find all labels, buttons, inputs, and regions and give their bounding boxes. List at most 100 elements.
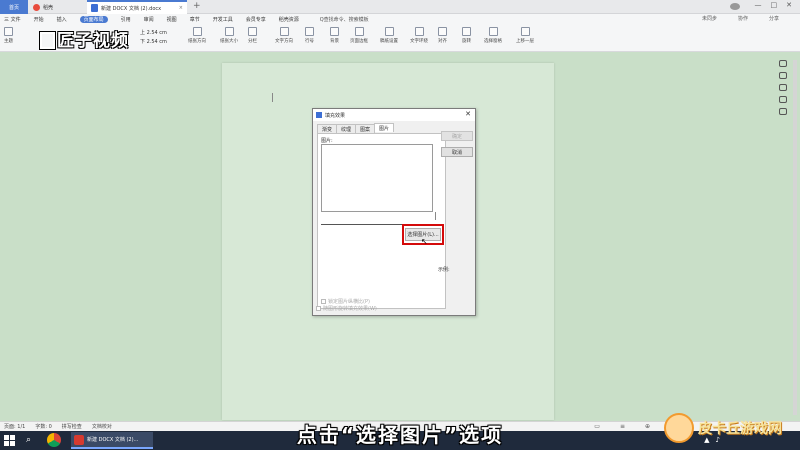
- corner-logo: 皮卡丘游戏网: [660, 410, 800, 450]
- dialog-app-icon: [316, 112, 322, 118]
- corner-logo-text: 皮卡丘游戏网: [698, 421, 782, 437]
- tab-document[interactable]: 新建 DOCX 文档 (2).docx ×: [87, 0, 187, 14]
- menu-item-section[interactable]: 章节: [190, 16, 200, 23]
- text-direction-icon: [279, 27, 289, 36]
- ribbon-label: 分栏: [248, 39, 257, 44]
- checkbox-icon: [316, 306, 321, 311]
- draft-paper-icon: [384, 27, 394, 36]
- watermark-logo-icon: [39, 31, 56, 50]
- minimize-icon[interactable]: —: [755, 1, 762, 9]
- draw-icon: [33, 3, 40, 11]
- background-icon: [330, 27, 339, 36]
- ribbon-line-numbers[interactable]: 行号: [305, 27, 314, 44]
- align-icon: [438, 27, 447, 36]
- tab-home[interactable]: 首页: [0, 0, 28, 14]
- collaborate-button[interactable]: 协作: [738, 15, 748, 22]
- ribbon-wrap[interactable]: 文字环绕: [410, 27, 428, 44]
- dialog-title: 填充效果: [325, 112, 346, 119]
- menu-item-layout[interactable]: 页面布局: [79, 16, 108, 23]
- menu-item-insert[interactable]: 插入: [57, 16, 67, 23]
- menu-item-review[interactable]: 审阅: [144, 16, 154, 23]
- menu-right-actions: 未同步 协作 分享: [702, 15, 792, 22]
- menu-item-resources[interactable]: 稻壳资源: [279, 16, 299, 23]
- tab-draw-label: 稻壳: [43, 4, 54, 11]
- ribbon-page-border[interactable]: 页面边框: [350, 27, 368, 44]
- ribbon-label: 稿纸设置: [380, 39, 398, 44]
- ribbon-orientation[interactable]: 纸张方向: [188, 27, 206, 44]
- sidebar-tool-icon[interactable]: [779, 84, 787, 91]
- checkbox-icon: [321, 299, 326, 304]
- ribbon-label: 旋转: [462, 39, 471, 44]
- vertical-scrollbar[interactable]: [793, 60, 797, 415]
- ribbon-rotate[interactable]: 旋转: [462, 27, 471, 44]
- menu-item-developer[interactable]: 开发工具: [213, 16, 233, 23]
- menu-item-member[interactable]: 会员专享: [246, 16, 266, 23]
- tab-draw[interactable]: 稻壳: [29, 0, 82, 14]
- ok-button[interactable]: 确定: [441, 131, 473, 141]
- right-side-toolbar: [776, 60, 790, 115]
- ribbon-text-direction[interactable]: 文字方向: [275, 27, 293, 44]
- picture-tab-panel: 图片: 选择图片(L)... ↖ 锁定图片纵横比(P): [317, 133, 446, 309]
- ribbon-label: 页面边框: [350, 39, 368, 44]
- menu-file[interactable]: 三 文件: [4, 16, 21, 23]
- ribbon-label: 对齐: [438, 39, 447, 44]
- avatar[interactable]: [730, 3, 740, 10]
- sidebar-tool-icon[interactable]: [779, 108, 787, 115]
- video-watermark: 匠子视频: [39, 26, 129, 51]
- sidebar-tool-icon[interactable]: [779, 60, 787, 67]
- menu-item-view[interactable]: 视图: [167, 16, 177, 23]
- command-search[interactable]: Q查找命令、搜索模板: [320, 16, 369, 23]
- sync-status[interactable]: 未同步: [702, 15, 717, 22]
- window-controls: — □ ✕: [755, 1, 793, 9]
- sidebar-tool-icon[interactable]: [779, 72, 787, 79]
- ribbon-theme[interactable]: 主题: [4, 27, 13, 44]
- mouse-pointer-icon: ↖: [421, 237, 428, 246]
- margin-bottom-field[interactable]: 下 2.54 cm: [140, 38, 167, 47]
- menu-item-references[interactable]: 引用: [121, 16, 131, 23]
- page-border-icon: [354, 27, 364, 36]
- rotate-with-shape-label: 随图形旋转填充效果(W): [323, 306, 377, 312]
- ribbon-label: 主题: [4, 39, 13, 44]
- dialog-close-icon[interactable]: ✕: [465, 110, 471, 118]
- lock-aspect-checkbox[interactable]: 锁定图片纵横比(P): [321, 298, 370, 305]
- maximize-icon[interactable]: □: [771, 1, 778, 9]
- text-cursor: [272, 93, 273, 102]
- tab-picture[interactable]: 图片: [374, 123, 395, 132]
- rotate-icon: [462, 27, 471, 36]
- document-icon: [91, 4, 98, 12]
- close-window-icon[interactable]: ✕: [786, 1, 792, 9]
- fill-effects-dialog: 填充效果 ✕ 渐变 纹理 图案 图片 图片: 选择图片(L)... ↖ 锁定图片…: [312, 108, 476, 316]
- sidebar-tool-icon[interactable]: [779, 96, 787, 103]
- ribbon-label: 文字环绕: [410, 39, 428, 44]
- ribbon-label: 纸张方向: [188, 39, 206, 44]
- share-button[interactable]: 分享: [769, 15, 779, 22]
- orientation-icon: [192, 27, 202, 36]
- dialog-title-bar: 填充效果 ✕: [313, 109, 475, 121]
- ribbon-align[interactable]: 对齐: [438, 27, 447, 44]
- ribbon-bring-forward[interactable]: 上移一层: [516, 27, 534, 44]
- ribbon-label: 选择窗格: [484, 39, 502, 44]
- mascot-icon: [664, 413, 694, 443]
- rotate-with-shape-checkbox[interactable]: 随图形旋转填充效果(W): [316, 305, 377, 312]
- watermark-text: 匠子视频: [57, 31, 129, 51]
- new-tab-icon[interactable]: +: [193, 1, 201, 11]
- ribbon-label: 背景: [330, 39, 339, 44]
- lock-aspect-label: 锁定图片纵横比(P): [328, 299, 370, 305]
- ribbon-size[interactable]: 纸张大小: [220, 27, 238, 44]
- tab-home-label: 首页: [8, 4, 19, 11]
- ribbon-label: 文字方向: [275, 39, 293, 44]
- ribbon-draft-paper[interactable]: 稿纸设置: [380, 27, 398, 44]
- tab-document-label: 新建 DOCX 文档 (2).docx: [101, 5, 162, 12]
- ribbon-columns[interactable]: 分栏: [248, 27, 257, 44]
- cancel-button[interactable]: 取消: [441, 147, 473, 157]
- ribbon-selection-pane[interactable]: 选择窗格: [484, 27, 502, 44]
- ribbon-background[interactable]: 背景: [330, 27, 339, 44]
- theme-icon: [4, 27, 13, 36]
- margin-top-field[interactable]: 上 2.54 cm: [140, 29, 167, 38]
- margin-values[interactable]: 上 2.54 cm 下 2.54 cm: [140, 29, 167, 47]
- preview-divider: [435, 212, 436, 220]
- menu-item-start[interactable]: 开始: [34, 16, 44, 23]
- selection-pane-icon: [488, 27, 498, 36]
- picture-label: 图片:: [321, 138, 333, 144]
- close-tab-icon[interactable]: ×: [179, 5, 183, 11]
